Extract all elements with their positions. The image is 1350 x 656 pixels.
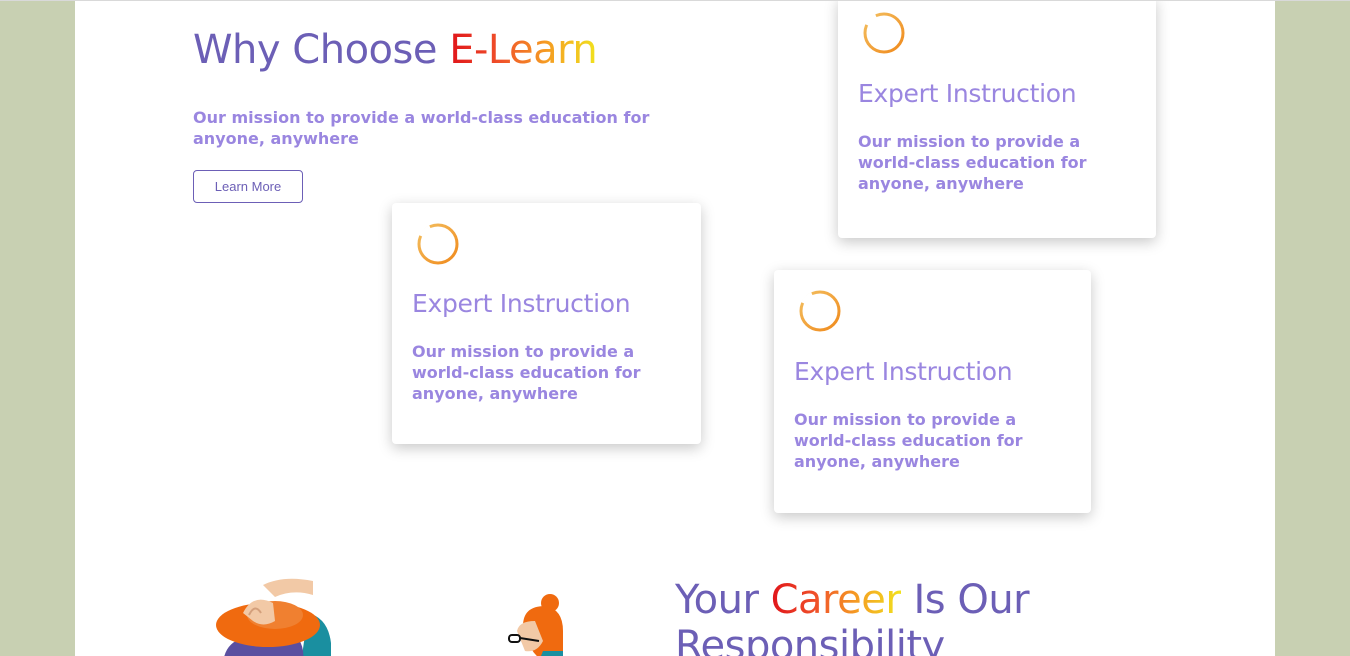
reader-illustration xyxy=(508,594,563,656)
card-text: Our mission to provide a world-class edu… xyxy=(858,132,1087,193)
ring-icon xyxy=(863,12,905,54)
ring-icon xyxy=(799,290,841,332)
card-text: Our mission to provide a world-class edu… xyxy=(412,342,641,403)
title-highlight: E-Learn xyxy=(449,27,598,73)
career-highlight: Career xyxy=(770,577,902,623)
section-title: Why Choose E-Learn xyxy=(193,27,598,73)
feature-card: Expert Instruction Our mission to provid… xyxy=(838,1,1156,238)
feature-card: Expert Instruction Our mission to provid… xyxy=(392,203,701,444)
card-title: Expert Instruction xyxy=(412,289,631,318)
main-content: Why Choose E-Learn Our mission to provid… xyxy=(75,1,1275,656)
ring-icon xyxy=(417,223,459,265)
learn-more-button[interactable]: Learn More xyxy=(193,170,303,203)
card-title: Expert Instruction xyxy=(794,357,1013,386)
feature-card: Expert Instruction Our mission to provid… xyxy=(774,270,1091,513)
student-illustration xyxy=(216,578,331,656)
career-plain-1: Your xyxy=(675,577,771,623)
title-plain: Why Choose xyxy=(193,27,450,73)
card-title: Expert Instruction xyxy=(858,79,1077,108)
career-title: Your Career Is Our Responsibility xyxy=(675,577,1095,656)
card-text: Our mission to provide a world-class edu… xyxy=(794,410,1023,471)
mission-text: Our mission to provide a world-class edu… xyxy=(193,108,650,148)
